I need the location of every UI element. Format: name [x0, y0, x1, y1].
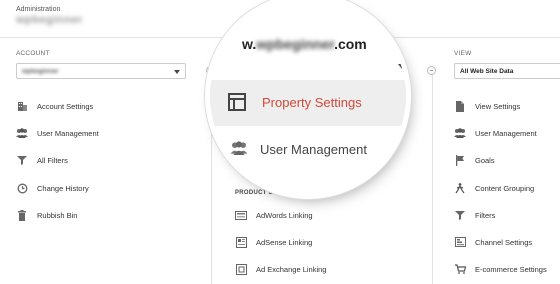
admin-title: Administration: [16, 6, 61, 13]
cart-icon: [454, 263, 466, 275]
rubbish-bin-link[interactable]: Rubbish Bin: [16, 205, 77, 225]
people-icon: [16, 127, 28, 139]
account-user-management-link[interactable]: User Management: [16, 123, 99, 143]
rubbish-bin-label: Rubbish Bin: [37, 210, 78, 220]
view-settings-link[interactable]: View Settings: [454, 96, 520, 116]
property-url-prefix: w.: [242, 36, 257, 52]
adwords-icon: [235, 209, 247, 221]
channel-settings-link[interactable]: Channel Settings: [454, 232, 532, 252]
ecommerce-settings-link[interactable]: E-commerce Settings: [454, 259, 547, 279]
account-column-label: ACCOUNT: [16, 50, 50, 57]
walker-icon: [454, 182, 466, 194]
all-filters-label: All Filters: [37, 155, 68, 165]
product-linking-label: PRODUCT LI: [235, 190, 275, 196]
account-select-value: wpbeginner: [22, 68, 59, 75]
chevron-down-icon: [174, 70, 180, 74]
goals-label: Goals: [475, 155, 495, 165]
filter-icon: [16, 154, 28, 166]
column-divider-right: [432, 70, 433, 284]
adexchange-icon: [235, 263, 247, 275]
all-filters-link[interactable]: All Filters: [16, 150, 68, 170]
channel-settings-label: Channel Settings: [475, 237, 533, 247]
view-filters-label: Filters: [475, 210, 496, 220]
property-settings-label: Property Settings: [262, 94, 362, 110]
adsense-linking-label: AdSense Linking: [256, 237, 313, 247]
flag-icon: [454, 154, 466, 166]
adwords-linking-link[interactable]: AdWords Linking: [235, 205, 313, 225]
view-settings-label: View Settings: [475, 101, 521, 111]
adwords-linking-label: AdWords Linking: [256, 210, 313, 220]
collapse-right-icon[interactable]: [427, 66, 436, 75]
property-settings-link[interactable]: Property Settings: [228, 93, 362, 111]
people-icon: [230, 141, 248, 157]
content-grouping-label: Content Grouping: [475, 183, 535, 193]
account-user-management-label: User Management: [37, 128, 99, 138]
magnifier-callout: w.wpbeginner.com Property Settings User …: [210, 0, 406, 194]
channel-icon: [454, 236, 466, 248]
history-icon: [16, 182, 28, 194]
building-icon: [16, 100, 28, 112]
ad-exchange-linking-link[interactable]: Ad Exchange Linking: [235, 259, 326, 279]
trash-icon: [16, 209, 28, 221]
property-user-management-link[interactable]: User Management: [230, 141, 367, 157]
goals-link[interactable]: Goals: [454, 150, 495, 170]
ad-exchange-linking-label: Ad Exchange Linking: [256, 264, 327, 274]
adsense-icon: [235, 236, 247, 248]
property-icon: [228, 93, 246, 111]
adsense-linking-link[interactable]: AdSense Linking: [235, 232, 312, 252]
change-history-link[interactable]: Change History: [16, 178, 89, 198]
chevron-down-icon[interactable]: [398, 64, 406, 69]
property-url-blurred: wpbeginner: [256, 36, 335, 52]
ecommerce-settings-label: E-commerce Settings: [475, 264, 547, 274]
view-select-value: All Web Site Data: [460, 68, 514, 75]
account-settings-link[interactable]: Account Settings: [16, 96, 93, 116]
property-url-suffix: .com: [334, 36, 367, 52]
document-icon: [454, 100, 466, 112]
people-icon: [454, 127, 466, 139]
account-select[interactable]: wpbeginner: [16, 63, 186, 79]
view-column-label: VIEW: [454, 50, 472, 57]
content-grouping-link[interactable]: Content Grouping: [454, 178, 534, 198]
account-settings-label: Account Settings: [37, 101, 94, 111]
view-filters-link[interactable]: Filters: [454, 205, 495, 225]
view-user-management-link[interactable]: User Management: [454, 123, 537, 143]
view-select[interactable]: All Web Site Data: [454, 63, 560, 79]
property-url: w.wpbeginner.com: [242, 36, 367, 52]
ga-admin-page: Administration wpbeginner ACCOUNT wpbegi…: [0, 0, 560, 284]
change-history-label: Change History: [37, 183, 89, 193]
account-name-blurred: wpbeginner: [16, 14, 83, 26]
property-user-management-label: User Management: [260, 141, 367, 157]
filter-icon: [454, 209, 466, 221]
view-user-management-label: User Management: [475, 128, 537, 138]
